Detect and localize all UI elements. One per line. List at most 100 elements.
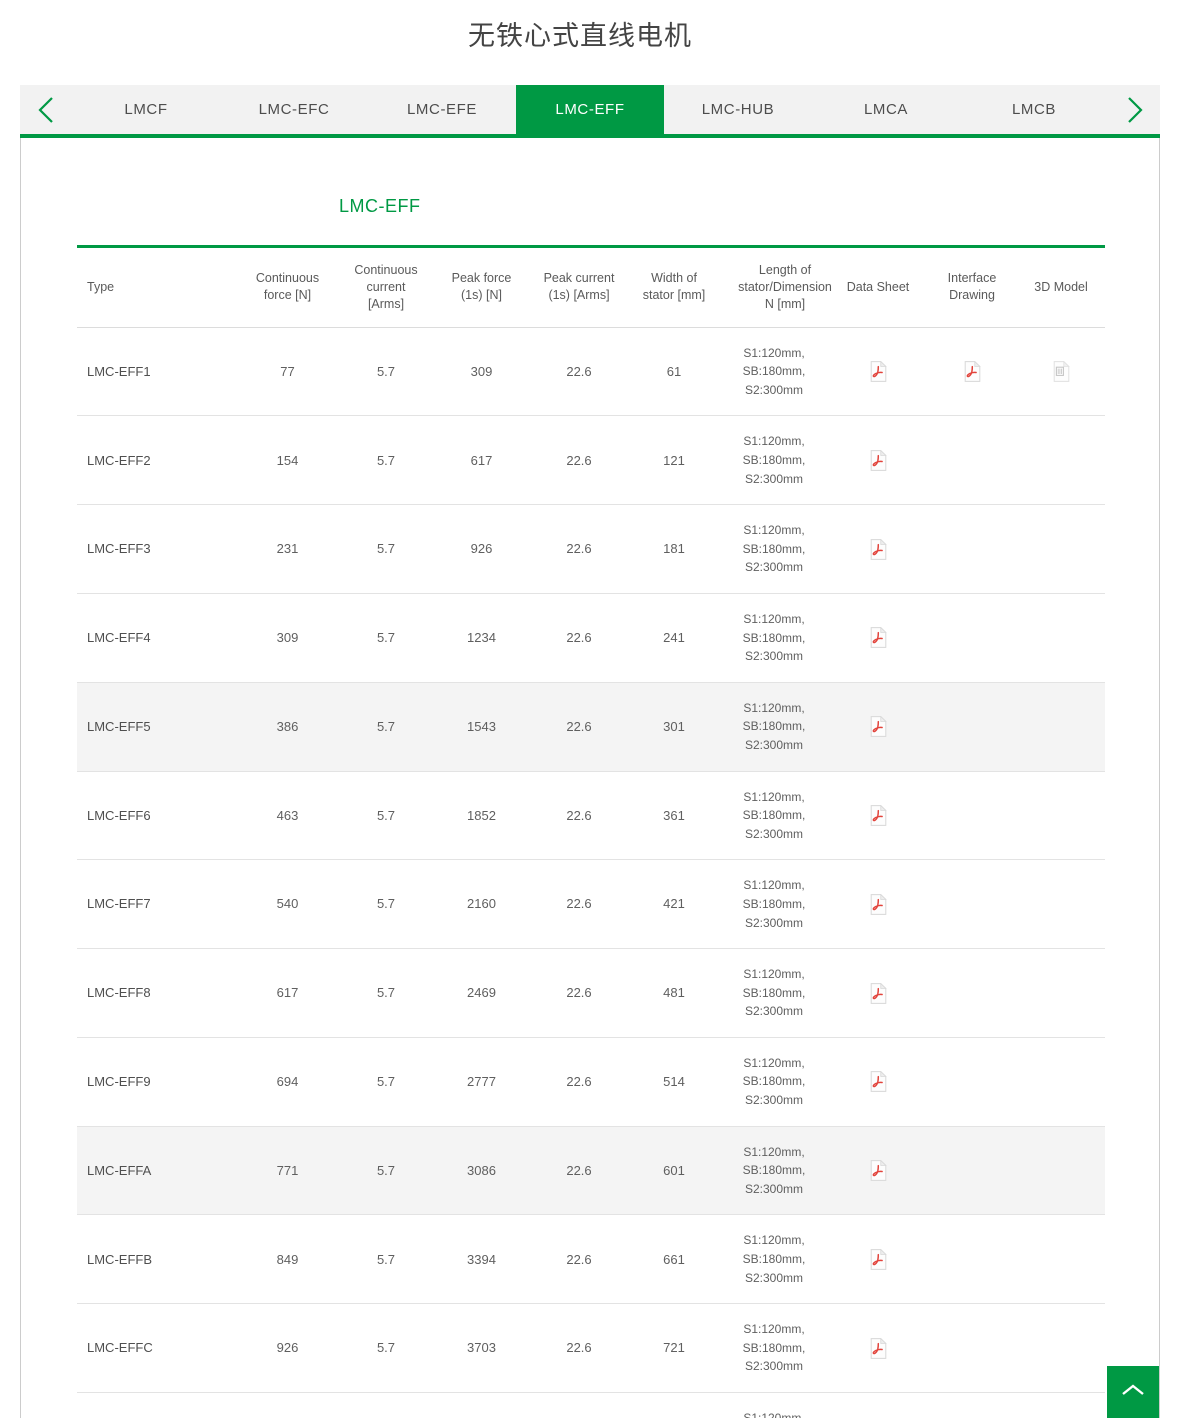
cell-3d-model (1017, 682, 1105, 772)
pdf-icon[interactable] (870, 361, 887, 382)
cell-data-sheet[interactable] (829, 1126, 927, 1216)
cell-continuous-force: 309 (237, 593, 338, 683)
table-row: LMC-EFFC 926 5.7 3703 22.6 721 S1:120mm, SB:180… (77, 1303, 1105, 1393)
header-line: N [mm] (764, 296, 806, 311)
cell-interface-drawing[interactable] (927, 327, 1017, 417)
cell-data-sheet[interactable] (829, 771, 927, 861)
pdf-icon[interactable] (870, 982, 887, 1004)
cell-3d-model (1017, 593, 1105, 683)
cell-continuous-current: 5.7 (338, 1126, 434, 1216)
cell-continuous-force: 154 (237, 415, 338, 506)
cell-data-sheet[interactable] (829, 1303, 927, 1393)
cell-peak-current: 22.6 (529, 682, 629, 772)
pdf-icon[interactable] (964, 361, 981, 382)
cell-peak-current: 22.6 (529, 1214, 629, 1305)
cell-continuous-force: 694 (237, 1037, 338, 1127)
cell-data-sheet[interactable] (829, 415, 927, 506)
cell-width-of-stator: 721 (629, 1303, 719, 1393)
page-root: 无铁心式直线电机 LMCF LMC-EFC LMC-EFE LMC-EFF LM… (0, 0, 1196, 1418)
spec-table-wrapper: Type Continuous force [N] Continuous cur… (77, 245, 1105, 1418)
cell-data-sheet[interactable] (829, 1214, 927, 1305)
tab-next-arrow[interactable] (1108, 85, 1160, 134)
cell-data-sheet[interactable] (829, 1037, 927, 1127)
tab-prev-arrow[interactable] (20, 85, 72, 134)
cell-peak-force: 2777 (434, 1037, 529, 1127)
cell-type: LMC-EFF1 (77, 327, 237, 417)
tab-label: LMCA (863, 101, 909, 118)
pdf-icon[interactable] (870, 449, 887, 471)
cell-peak-force: 2469 (434, 948, 529, 1038)
cell-peak-current: 22.6 (529, 1126, 629, 1216)
col-header-length-of-stator: Length of stator/Dimension N [mm] (719, 245, 832, 328)
3d-model-icon[interactable] (1053, 361, 1070, 382)
cell-interface-drawing (927, 593, 1017, 683)
pdf-icon[interactable] (870, 893, 887, 915)
cell-3d-model (1017, 504, 1105, 594)
cell-peak-current: 22.6 (529, 327, 629, 417)
table-row: LMC-EFFA 771 5.7 3086 22.6 601 S1:120mm, SB:180… (77, 1126, 1105, 1216)
cell-interface-drawing (927, 948, 1017, 1038)
cell-interface-drawing (927, 1126, 1017, 1216)
cell-continuous-current: 5.7 (338, 1214, 434, 1305)
cell-peak-current: 22.6 (529, 1037, 629, 1127)
cell-data-sheet[interactable] (829, 1392, 927, 1418)
cell-data-sheet[interactable] (829, 593, 927, 683)
cell-length-of-stator: S1:120mm,SB:180mm,S2:300mm (719, 504, 829, 594)
header-line: stator/Dimension (738, 279, 832, 294)
cell-data-sheet[interactable] (829, 682, 927, 772)
cell-peak-force: 926 (434, 504, 529, 594)
cell-continuous-current: 5.7 (338, 948, 434, 1038)
cell-data-sheet[interactable] (829, 327, 927, 417)
header-line: Peak current (543, 271, 615, 286)
cell-interface-drawing (927, 415, 1017, 506)
spec-table-body: LMC-EFF1 77 5.7 309 22.6 61 S1:120mm, SB:180mm,… (77, 327, 1105, 1418)
tab-label: LMC-EFE (406, 101, 478, 118)
table-row: LMC-EFF7 540 5.7 2160 22.6 421 S1:120mm, SB:180… (77, 859, 1105, 950)
tab-lmca[interactable]: LMCA (812, 85, 960, 134)
tab-lmc-efc[interactable]: LMC-EFC (220, 85, 368, 134)
pdf-icon[interactable] (870, 1337, 887, 1359)
pdf-icon[interactable] (870, 538, 887, 560)
cell-3d-model[interactable] (1017, 327, 1105, 417)
scroll-to-top-button[interactable] (1107, 1366, 1159, 1418)
tab-lmc-efe[interactable]: LMC-EFE (368, 85, 516, 134)
chevron-left-icon (36, 95, 56, 125)
cell-type: LMC-EFFB (77, 1214, 237, 1305)
cell-interface-drawing (927, 771, 1017, 861)
tab-lmcf[interactable]: LMCF (72, 85, 220, 134)
cell-type: LMC-EFFD (77, 1392, 237, 1418)
pdf-icon[interactable] (870, 627, 887, 649)
cell-interface-drawing (927, 1392, 1017, 1418)
cell-data-sheet[interactable] (829, 948, 927, 1038)
cell-continuous-current: 5.7 (338, 1303, 434, 1393)
tab-lmc-hub[interactable]: LMC-HUB (664, 85, 812, 134)
cell-type: LMC-EFF4 (77, 593, 237, 683)
cell-continuous-force: 463 (237, 771, 338, 861)
chevron-right-icon (1124, 95, 1144, 125)
section-title: LMC-EFF (339, 196, 421, 216)
pdf-icon[interactable] (870, 1071, 887, 1093)
pdf-icon[interactable] (870, 716, 887, 738)
cell-peak-force: 3703 (434, 1303, 529, 1393)
cell-length-of-stator: S1:120mm,SB:180mm,S2:300mm (719, 327, 829, 417)
spec-table-head: Type Continuous force [N] Continuous cur… (77, 245, 1105, 328)
header-line: Continuous (354, 263, 418, 277)
cell-length-of-stator: S1:120mm,SB:180mm,S2:300mm (719, 682, 829, 772)
cell-width-of-stator: 481 (629, 948, 719, 1038)
cell-peak-current: 22.6 (529, 593, 629, 683)
cell-data-sheet[interactable] (829, 504, 927, 594)
tab-lmc-eff[interactable]: LMC-EFF (516, 85, 664, 134)
tab-lmcb[interactable]: LMCB (960, 85, 1108, 134)
cell-continuous-force: 386 (237, 682, 338, 772)
cell-3d-model (1017, 771, 1105, 861)
pdf-icon[interactable] (870, 1248, 887, 1270)
col-header-3d-model: 3D Model (1017, 245, 1105, 328)
pdf-icon[interactable] (870, 804, 887, 826)
pdf-icon[interactable] (870, 1160, 887, 1181)
cell-type: LMC-EFF5 (77, 682, 237, 772)
cell-length-of-stator: S1:120mm,SB:180mm,S2:300mm (719, 1214, 829, 1305)
col-header-width-of-stator: Width of stator [mm] (629, 245, 719, 328)
header-line: Drawing (949, 288, 995, 303)
table-row: LMC-EFF6 463 5.7 1852 22.6 361 S1:120mm, SB:180… (77, 771, 1105, 861)
cell-data-sheet[interactable] (829, 859, 927, 950)
